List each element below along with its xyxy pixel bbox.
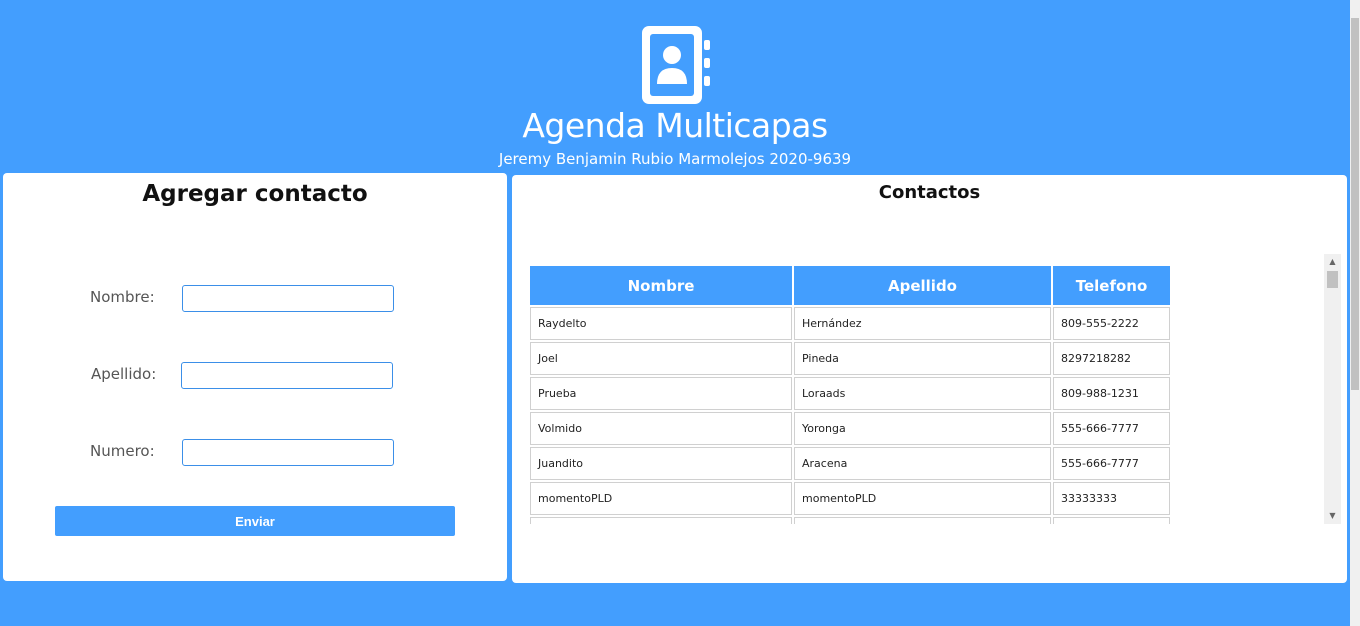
column-header-nombre: Nombre <box>530 266 792 305</box>
contacts-table: Nombre Apellido Telefono Raydelto Hernán… <box>528 264 1172 524</box>
page-scrollbar[interactable] <box>1350 0 1360 626</box>
column-header-telefono: Telefono <box>1053 266 1170 305</box>
scroll-down-arrow-icon[interactable]: ▼ <box>1324 508 1341 524</box>
cell-apellido: Pineda <box>794 342 1051 375</box>
cell-nombre: Prueba <box>530 377 792 410</box>
table-row: Raydelto Hernández 809-555-2222 <box>530 307 1170 340</box>
table-row: momentoPLD momentoPLD 33333333 <box>530 482 1170 515</box>
contacts-title: Contactos <box>878 182 981 203</box>
page-scroll-thumb[interactable] <box>1351 18 1359 390</box>
cell-telefono: 8297218282 <box>1053 342 1170 375</box>
table-row: Juandito Aracena 555-666-7777 <box>530 447 1170 480</box>
contacts-panel: Contactos Nombre Apellido Telefono Rayde… <box>512 175 1347 583</box>
cell-telefono: 555-666-7777 <box>1053 447 1170 480</box>
scroll-thumb[interactable] <box>1327 271 1338 288</box>
app-title: Agenda Multicapas <box>522 106 828 145</box>
cell-telefono: 809-555-2222 <box>1053 307 1170 340</box>
cell-apellido: momentoPLD <box>794 482 1051 515</box>
nombre-input[interactable] <box>182 285 394 312</box>
cell-apellido <box>794 517 1051 524</box>
cell-telefono: 33333333 <box>1053 482 1170 515</box>
page-header: Agenda Multicapas Jeremy Benjamin Rubio … <box>0 0 1350 172</box>
cell-nombre: Joel <box>530 342 792 375</box>
table-row: Prueba Loraads 809-988-1231 <box>530 377 1170 410</box>
nombre-label: Nombre: <box>90 288 155 306</box>
cell-telefono: 555-666-7777 <box>1053 412 1170 445</box>
cell-nombre: Volmido <box>530 412 792 445</box>
cell-apellido: Yoronga <box>794 412 1051 445</box>
table-header-row: Nombre Apellido Telefono <box>530 266 1170 305</box>
cell-nombre: momentoPLD <box>530 482 792 515</box>
cell-nombre: Raydelto <box>530 307 792 340</box>
cell-telefono: 809-988-1231 <box>1053 377 1170 410</box>
column-header-apellido: Apellido <box>794 266 1051 305</box>
table-row: Volmido Yoronga 555-666-7777 <box>530 412 1170 445</box>
submit-button[interactable]: Enviar <box>55 506 455 536</box>
add-contact-title: Agregar contacto <box>142 181 368 207</box>
app-subtitle: Jeremy Benjamin Rubio Marmolejos 2020-96… <box>498 150 852 168</box>
cell-apellido: Aracena <box>794 447 1051 480</box>
add-contact-panel: Agregar contacto Nombre: Apellido: Numer… <box>3 173 507 581</box>
apellido-label: Apellido: <box>91 365 157 383</box>
cell-apellido: Loraads <box>794 377 1051 410</box>
table-row: Joel Pineda 8297218282 <box>530 342 1170 375</box>
cell-telefono <box>1053 517 1170 524</box>
cell-nombre <box>530 517 792 524</box>
cell-nombre: Juandito <box>530 447 792 480</box>
numero-label: Numero: <box>90 442 155 460</box>
table-row <box>530 517 1170 524</box>
contacts-table-container[interactable]: Nombre Apellido Telefono Raydelto Hernán… <box>528 264 1343 524</box>
table-scrollbar[interactable]: ▲ ▼ <box>1324 254 1341 524</box>
apellido-input[interactable] <box>181 362 393 389</box>
scroll-up-arrow-icon[interactable]: ▲ <box>1324 254 1341 270</box>
cell-apellido: Hernández <box>794 307 1051 340</box>
contact-book-icon <box>642 26 710 104</box>
numero-input[interactable] <box>182 439 394 466</box>
